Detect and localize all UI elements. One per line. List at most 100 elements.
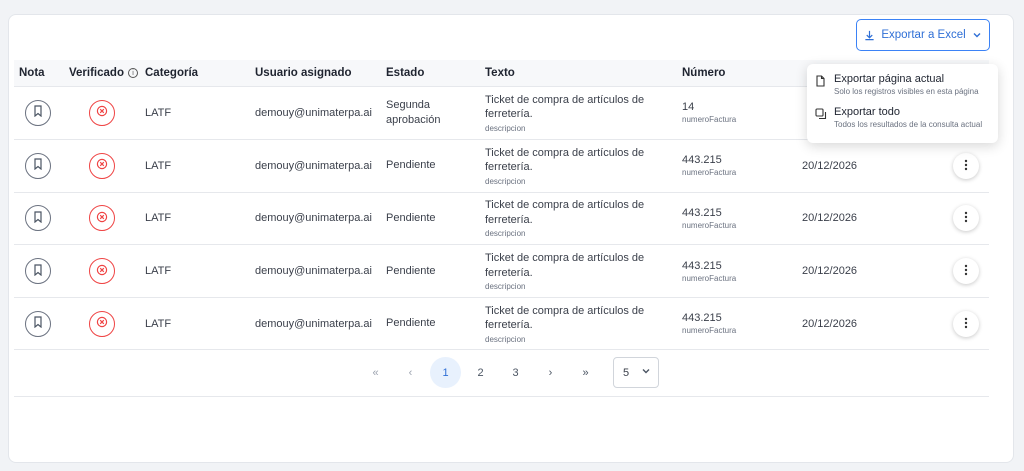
texto-value: Ticket de compra de artículos de ferrete… bbox=[485, 304, 645, 332]
header-texto[interactable]: Texto bbox=[485, 67, 682, 79]
bookmark-button[interactable] bbox=[25, 205, 51, 232]
export-current-page-option[interactable]: Exportar página actual Solo los registro… bbox=[815, 72, 990, 105]
last-page-button[interactable]: » bbox=[570, 357, 601, 388]
numero-value: 443.215 bbox=[682, 312, 722, 325]
x-circle-icon bbox=[96, 264, 108, 279]
fecha-cell: 20/12/2026 bbox=[802, 212, 858, 225]
verify-button[interactable] bbox=[89, 152, 115, 179]
more-options-button[interactable] bbox=[953, 152, 979, 179]
page-size-select[interactable]: 5 bbox=[613, 357, 659, 388]
numero-sublabel: numeroFactura bbox=[682, 273, 737, 283]
page-size-value: 5 bbox=[623, 366, 630, 379]
next-page-button[interactable]: › bbox=[535, 357, 566, 388]
page-2-button[interactable]: 2 bbox=[465, 357, 496, 388]
more-vertical-icon bbox=[964, 264, 968, 278]
numero-value: 443.215 bbox=[682, 154, 722, 167]
fecha-cell: 20/12/2026 bbox=[802, 265, 858, 278]
numero-sublabel: numeroFactura bbox=[682, 326, 737, 336]
usuario-cell: demouy@unimaterpa.ai bbox=[255, 317, 372, 330]
texto-cell: Ticket de compra de artículos de ferrete… bbox=[485, 146, 682, 186]
bookmark-icon bbox=[33, 264, 43, 279]
bookmark-icon bbox=[33, 105, 43, 120]
actions-cell bbox=[942, 310, 989, 337]
numero-cell: 14 numeroFactura bbox=[682, 101, 802, 124]
x-circle-icon bbox=[96, 316, 108, 331]
header-estado[interactable]: Estado bbox=[386, 67, 485, 79]
texto-value: Ticket de compra de artículos de ferrete… bbox=[485, 199, 645, 226]
info-icon[interactable]: i bbox=[127, 68, 138, 78]
texto-sublabel: descripcion bbox=[485, 282, 526, 292]
page-1-button[interactable]: 1 bbox=[430, 357, 461, 388]
texto-cell: Ticket de compra de artículos de ferrete… bbox=[485, 93, 682, 133]
fecha-cell: 20/12/2026 bbox=[802, 159, 858, 172]
texto-value: Ticket de compra de artículos de ferrete… bbox=[485, 252, 645, 279]
verify-button[interactable] bbox=[89, 205, 115, 232]
more-vertical-icon bbox=[964, 211, 968, 225]
actions-cell bbox=[942, 205, 989, 232]
numero-cell: 443.215 numeroFactura bbox=[682, 154, 802, 177]
bookmark-button[interactable] bbox=[25, 99, 51, 126]
usuario-cell: demouy@unimaterpa.ai bbox=[255, 159, 372, 172]
export-current-page-title: Exportar página actual bbox=[834, 73, 945, 85]
nota-cell bbox=[14, 152, 69, 179]
bookmark-button[interactable] bbox=[25, 258, 51, 285]
verify-button[interactable] bbox=[89, 258, 115, 285]
verificado-cell bbox=[69, 205, 145, 232]
verificado-cell bbox=[69, 258, 145, 285]
copy-icon bbox=[815, 107, 827, 125]
bookmark-icon bbox=[33, 211, 43, 226]
numero-cell: 443.215 numeroFactura bbox=[682, 207, 802, 230]
verify-button[interactable] bbox=[89, 310, 115, 337]
estado-cell: Pendiente bbox=[386, 159, 436, 172]
bookmark-button[interactable] bbox=[25, 310, 51, 337]
export-excel-button[interactable]: Exportar a Excel bbox=[856, 19, 990, 51]
x-circle-icon bbox=[96, 158, 108, 173]
header-categoria[interactable]: Categoría bbox=[145, 67, 255, 79]
usuario-cell: demouy@unimaterpa.ai bbox=[255, 265, 372, 278]
bookmark-icon bbox=[33, 158, 43, 173]
numero-cell: 443.215 numeroFactura bbox=[682, 312, 802, 335]
texto-sublabel: descripcion bbox=[485, 123, 526, 133]
numero-value: 443.215 bbox=[682, 259, 722, 272]
page-3-button[interactable]: 3 bbox=[500, 357, 531, 388]
estado-cell: Segunda aprobación bbox=[386, 99, 441, 126]
texto-cell: Ticket de compra de artículos de ferrete… bbox=[485, 251, 682, 291]
header-usuario[interactable]: Usuario asignado bbox=[255, 67, 386, 79]
verificado-cell bbox=[69, 152, 145, 179]
more-vertical-icon bbox=[964, 317, 968, 331]
pagination: « ‹ 1 2 3 › » 5 bbox=[360, 357, 659, 388]
numero-sublabel: numeroFactura bbox=[682, 115, 737, 125]
download-icon bbox=[864, 30, 875, 41]
header-numero[interactable]: Número bbox=[682, 67, 802, 79]
file-icon bbox=[815, 74, 827, 92]
more-options-button[interactable] bbox=[953, 310, 979, 337]
export-all-title: Exportar todo bbox=[834, 106, 901, 118]
table-row: LATF demouy@unimaterpa.ai Pendiente Tick… bbox=[14, 191, 989, 245]
estado-cell: Pendiente bbox=[386, 317, 436, 330]
chevron-down-icon bbox=[641, 366, 651, 379]
x-circle-icon bbox=[96, 105, 108, 120]
numero-value: 443.215 bbox=[682, 206, 722, 219]
more-options-button[interactable] bbox=[953, 205, 979, 232]
export-all-option[interactable]: Exportar todo Todos los resultados de la… bbox=[815, 105, 990, 138]
x-circle-icon bbox=[96, 211, 108, 226]
verify-button[interactable] bbox=[89, 99, 115, 126]
nota-cell bbox=[14, 310, 69, 337]
usuario-cell: demouy@unimaterpa.ai bbox=[255, 212, 372, 225]
nota-cell bbox=[14, 258, 69, 285]
export-all-subtitle: Todos los resultados de la consulta actu… bbox=[834, 120, 983, 129]
more-options-button[interactable] bbox=[953, 258, 979, 285]
bookmark-button[interactable] bbox=[25, 152, 51, 179]
header-verificado[interactable]: Verificado i bbox=[69, 67, 145, 79]
header-nota[interactable]: Nota bbox=[14, 67, 69, 79]
numero-value: 14 bbox=[682, 101, 695, 114]
estado-cell: Pendiente bbox=[386, 212, 436, 225]
texto-sublabel: descripcion bbox=[485, 334, 526, 344]
table-row: LATF demouy@unimaterpa.ai Pendiente Tick… bbox=[14, 138, 989, 192]
fecha-cell: 20/12/2026 bbox=[802, 317, 858, 330]
header-verificado-label: Verificado bbox=[69, 67, 124, 79]
categoria-cell: LATF bbox=[145, 212, 172, 225]
first-page-button[interactable]: « bbox=[360, 357, 391, 388]
prev-page-button[interactable]: ‹ bbox=[395, 357, 426, 388]
table-row: LATF demouy@unimaterpa.ai Pendiente Tick… bbox=[14, 244, 989, 297]
